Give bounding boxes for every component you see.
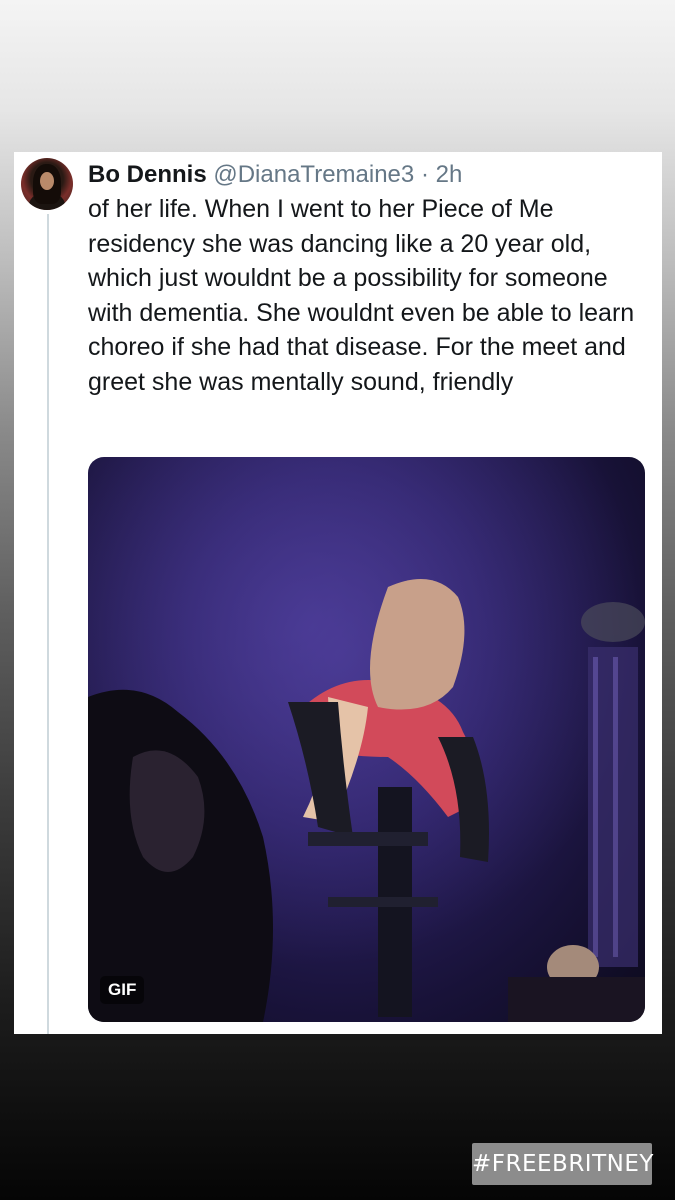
stage-truss <box>581 602 645 967</box>
audience-row <box>508 977 645 1022</box>
hashtag-sticker[interactable]: #FREEBRITNEY <box>472 1143 653 1185</box>
gif-badge: GIF <box>100 976 145 1004</box>
separator-dot: · <box>420 161 429 188</box>
tweet-header: Bo Dennis @DianaTremaine3 · 2h <box>88 158 462 192</box>
tweet-card: Bo Dennis @DianaTremaine3 · 2h of her li… <box>14 152 662 1034</box>
gif-frame-illustration <box>88 457 645 1022</box>
timestamp[interactable]: 2h <box>436 161 463 188</box>
user-handle[interactable]: @DianaTremaine3 <box>213 161 414 188</box>
tweet-media-gif[interactable]: GIF <box>88 457 645 1022</box>
avatar[interactable] <box>21 158 73 210</box>
thread-line <box>47 214 49 1034</box>
tweet-text: of her life. When I went to her Piece of… <box>88 195 635 396</box>
avatar-figure-face <box>40 172 54 190</box>
display-name[interactable]: Bo Dennis <box>88 161 207 188</box>
